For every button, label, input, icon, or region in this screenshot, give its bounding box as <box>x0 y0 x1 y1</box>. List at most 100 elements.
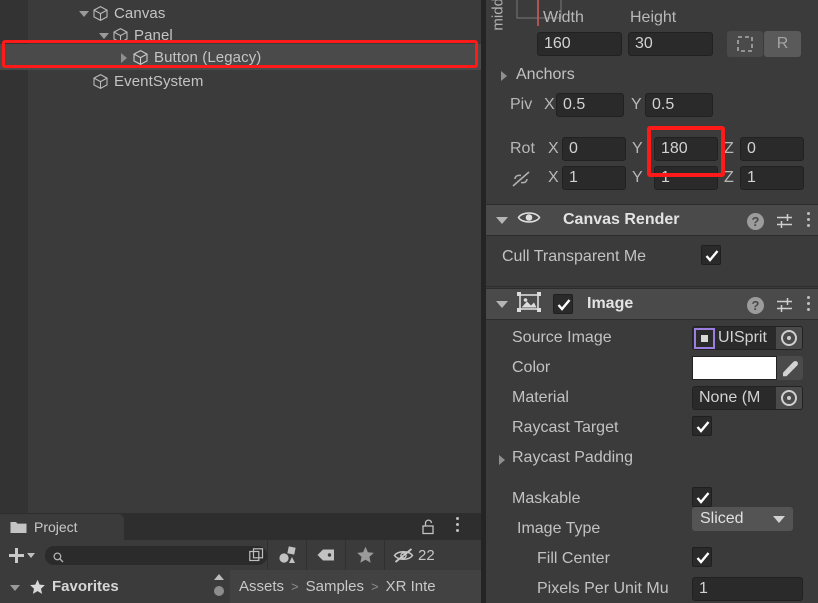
raycast-target-label: Raycast Target <box>512 419 619 436</box>
expander-right-icon[interactable] <box>116 49 132 65</box>
expander-down-icon[interactable] <box>495 213 509 227</box>
object-picker-button[interactable] <box>776 327 802 349</box>
canvas-renderer-title: Canvas Render <box>563 211 680 228</box>
rot-y-input[interactable]: 180 <box>654 137 718 161</box>
breadcrumb-item-assets[interactable]: Assets <box>239 578 284 595</box>
pivot-x-input[interactable]: 0.5 <box>556 93 624 117</box>
image-type-dropdown[interactable]: Sliced <box>692 507 793 531</box>
save-search-icon[interactable] <box>249 547 264 563</box>
hierarchy-item-button-legacy[interactable]: Button (Legacy) <box>0 44 481 70</box>
help-icon[interactable]: ? <box>747 296 764 314</box>
expander-down-icon[interactable] <box>76 5 92 21</box>
target-icon <box>781 390 797 406</box>
search-input[interactable] <box>69 546 239 564</box>
raycast-target-checkbox[interactable] <box>692 416 712 436</box>
project-tab-bar: Project <box>0 513 481 540</box>
gameobject-cube-icon <box>92 73 109 90</box>
unity-editor-window: Canvas Panel Button (Legacy) EventSystem… <box>0 0 818 603</box>
maskable-label: Maskable <box>512 490 581 507</box>
rot-x-input[interactable]: 0 <box>562 137 626 161</box>
add-asset-button[interactable] <box>0 547 43 563</box>
canvas-renderer-body: Cull Transparent Me <box>486 236 818 284</box>
checkmark-icon <box>696 421 710 433</box>
pixels-per-unit-input[interactable]: 1 <box>692 577 803 601</box>
star-icon <box>30 579 45 594</box>
tab-project[interactable]: Project <box>0 514 124 540</box>
rot-z-input[interactable]: 0 <box>740 137 804 161</box>
material-field[interactable]: None (M <box>692 386 803 410</box>
kebab-menu-icon[interactable] <box>806 296 811 314</box>
pivot-x-axis-label: X <box>544 96 555 113</box>
scale-y-input[interactable]: 1 <box>654 166 718 190</box>
gameobject-cube-icon <box>132 49 149 66</box>
hierarchy-item-eventsystem[interactable]: EventSystem <box>0 68 481 94</box>
hierarchy-item-label: EventSystem <box>114 72 204 90</box>
filter-favorite-button[interactable] <box>345 540 384 570</box>
breadcrumb-item-samples[interactable]: Samples <box>306 578 364 595</box>
image-enabled-checkbox[interactable] <box>553 294 573 314</box>
filter-by-label-button[interactable] <box>306 540 345 570</box>
object-picker-button[interactable] <box>776 387 802 409</box>
height-input[interactable]: 30 <box>628 32 713 56</box>
image-type-value: Sliced <box>700 510 744 527</box>
blueprint-mode-button[interactable] <box>727 31 763 57</box>
checkmark-icon <box>705 250 719 262</box>
preset-sliders-icon[interactable] <box>776 213 794 229</box>
expander-right-icon[interactable] <box>494 451 510 467</box>
gameobject-cube-icon <box>112 27 129 44</box>
fill-center-checkbox[interactable] <box>692 547 712 567</box>
anchors-label: Anchors <box>516 66 575 83</box>
scale-z-input[interactable]: 1 <box>740 166 804 190</box>
height-value: 30 <box>635 35 653 52</box>
pivot-x-value: 0.5 <box>563 96 586 113</box>
favorites-label: Favorites <box>52 578 119 595</box>
expander-right-icon[interactable] <box>496 67 512 83</box>
breadcrumb-separator: > <box>291 579 299 594</box>
hierarchy-item-label: Canvas <box>114 4 166 22</box>
canvas-renderer-header[interactable]: Canvas Render ? <box>486 204 818 236</box>
image-component-body: Source Image UISprit Color Material None… <box>486 320 818 603</box>
constrain-proportions-off-icon[interactable] <box>510 170 532 193</box>
raw-edit-label: R <box>776 35 789 52</box>
anchors-foldout[interactable]: Anchors <box>496 66 575 84</box>
lock-open-icon[interactable] <box>420 518 437 535</box>
eyedropper-button[interactable] <box>777 356 803 380</box>
color-swatch[interactable] <box>692 356 777 380</box>
kebab-menu-icon[interactable] <box>806 212 811 230</box>
expander-down-icon[interactable] <box>96 27 112 43</box>
maskable-checkbox[interactable] <box>692 487 712 507</box>
hidden-assets-indicator[interactable]: 22 <box>384 540 441 570</box>
cull-transparent-mesh-checkbox[interactable] <box>701 245 721 265</box>
chevron-down-icon <box>27 552 35 558</box>
filter-by-type-button[interactable] <box>267 540 306 570</box>
component-separator <box>486 286 818 287</box>
image-component-title: Image <box>587 295 634 312</box>
anchor-preset-vertical-label: middle <box>489 0 507 31</box>
search-field[interactable] <box>45 545 267 565</box>
blueprint-mode-icon <box>737 36 753 52</box>
source-image-value: UISprit <box>718 329 767 346</box>
pivot-y-input[interactable]: 0.5 <box>645 93 713 117</box>
source-image-field[interactable]: UISprit <box>692 326 803 350</box>
expander-down-icon[interactable] <box>495 297 509 311</box>
preset-sliders-icon[interactable] <box>776 297 794 313</box>
kebab-menu-icon[interactable] <box>449 517 465 535</box>
width-value: 160 <box>544 35 571 52</box>
cull-transparent-mesh-label: Cull Transparent Me <box>502 248 647 265</box>
eye-icon[interactable] <box>517 209 541 231</box>
inspector-panel: middle Width Height 160 30 R Anchors Piv… <box>486 0 818 603</box>
help-icon[interactable]: ? <box>747 212 764 230</box>
target-icon <box>781 330 797 346</box>
breadcrumb[interactable]: Assets > Samples > XR Inte <box>230 570 481 603</box>
image-type-label: Image Type <box>517 520 601 537</box>
gameobject-cube-icon <box>92 5 109 22</box>
scale-x-input[interactable]: 1 <box>562 166 626 190</box>
project-scrollbar[interactable] <box>212 572 226 603</box>
expander-down-icon[interactable] <box>7 579 23 595</box>
favorites-row[interactable]: Favorites <box>0 570 228 603</box>
image-component-header[interactable]: Image ? <box>486 288 818 320</box>
raw-edit-mode-button[interactable]: R <box>764 31 801 57</box>
breadcrumb-item-xr[interactable]: XR Inte <box>386 578 436 595</box>
width-input[interactable]: 160 <box>537 32 622 56</box>
component-header-icons: ? <box>747 205 811 237</box>
